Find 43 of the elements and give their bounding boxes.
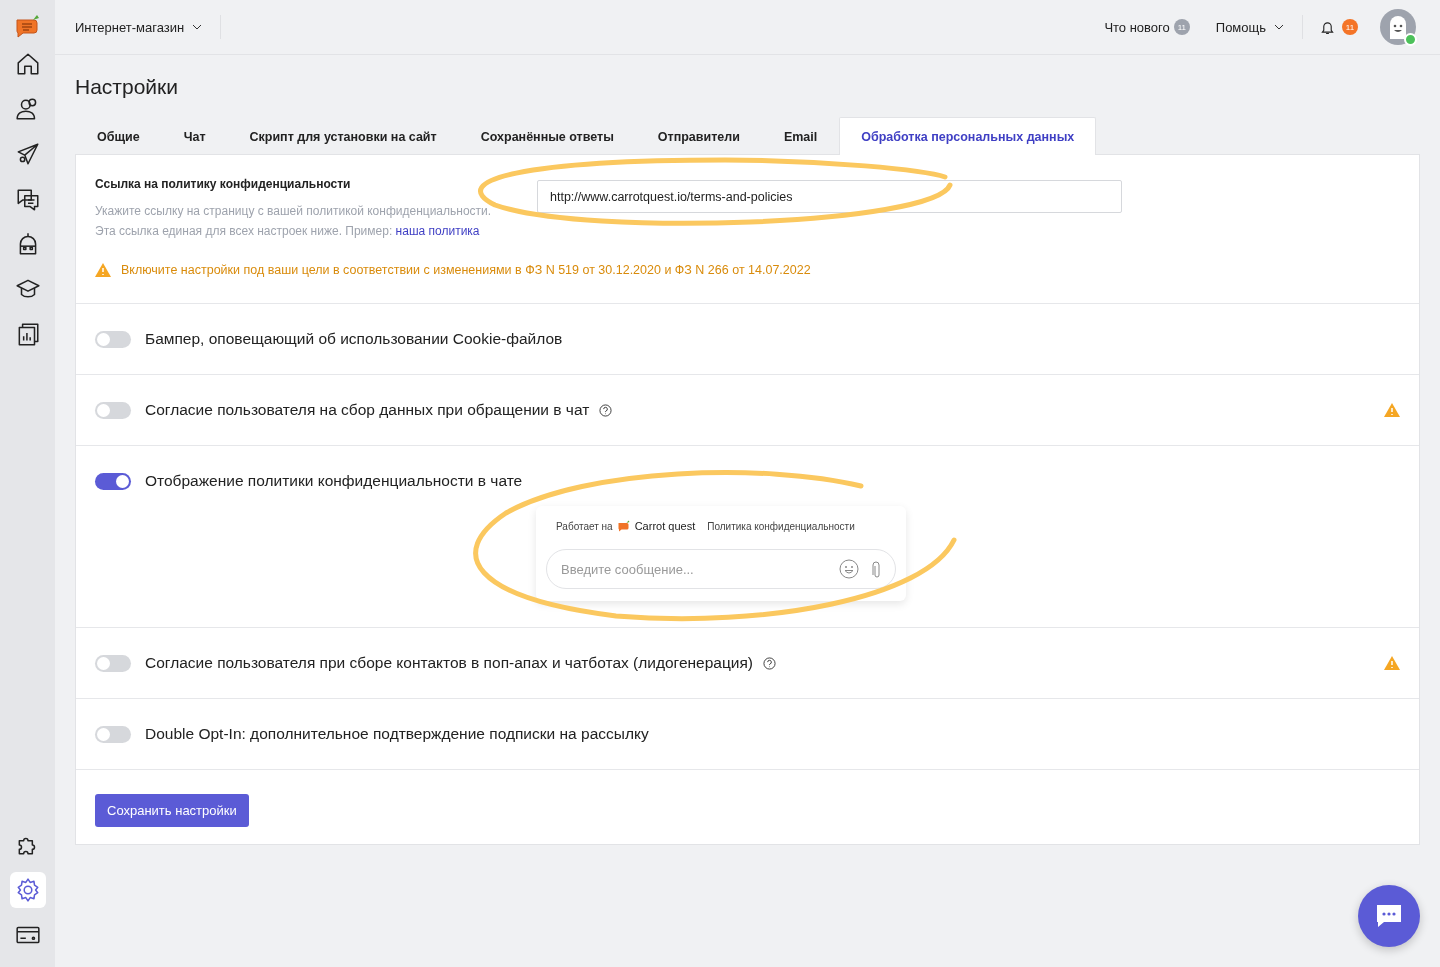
setting-label: Согласие пользователя при сборе контактов в поп-апах и чатботах (лидогенерация): [145, 654, 754, 672]
policy-description: Укажите ссылку на страницу с вашей политикой конфиденциальности. Эта ссылка единая для всех настроек ниже. Пример: наша политика: [95, 203, 493, 240]
help-icon[interactable]: [763, 656, 777, 670]
settings-tab[interactable]: Email: [761, 117, 840, 155]
chevron-down-icon: [1274, 24, 1284, 30]
help-dropdown[interactable]: Помощь: [1215, 19, 1284, 35]
setting-label: Согласие пользователя на сбор данных при обращении в чат: [145, 401, 590, 419]
settings-tab[interactable]: Сохранённые ответы: [458, 117, 636, 155]
whats-new-link[interactable]: Что нового: [1104, 19, 1170, 35]
settings-nav-icon[interactable]: [9, 872, 46, 908]
setting-label: Double Opt-In: дополнительное подтверждение подписки на рассылку: [145, 725, 649, 743]
whats-new-count: 11: [1173, 19, 1190, 35]
settings-tab[interactable]: Чат: [161, 117, 228, 155]
settings-tab[interactable]: Скрипт для установки на сайт: [227, 117, 459, 155]
settings-tab[interactable]: Общие: [75, 117, 162, 155]
chat-bubble-icon: [1374, 902, 1404, 930]
legal-warning-text: Включите настройки под ваши цели в соответствии с изменениями в ФЗ N 519 от 30.12.2020 и ФЗ N 266 от 14.07.2022: [121, 263, 811, 277]
carrot-logo-icon: [616, 519, 631, 533]
warning-icon: [95, 263, 111, 277]
policy-title: Ссылка на политику конфиденциальности: [95, 177, 352, 191]
toggle-switch[interactable]: [95, 401, 131, 419]
chevron-down-icon: [192, 24, 203, 30]
page-title: Настройки: [75, 75, 179, 99]
policy-url-field[interactable]: http://www.carrotquest.io/terms-and-policies: [537, 180, 1122, 213]
save-settings-button[interactable]: Сохранить настройки: [95, 794, 249, 827]
notification-count: 11: [1342, 19, 1358, 35]
settings-tab[interactable]: Обработка персональных данных: [839, 117, 1097, 155]
project-dropdown[interactable]: Интернет-магазин: [75, 19, 203, 35]
setting-label: Бампер, оповещающий об использовании Cookie-файлов: [145, 330, 563, 348]
bell-icon[interactable]: [1321, 19, 1334, 35]
setting-label: Отображение политики конфиденциальности в чате: [145, 472, 523, 490]
help-icon[interactable]: [599, 403, 613, 417]
privacy-policy-link[interactable]: Политика конфиденциальности: [707, 520, 855, 532]
powered-by-text: Работает на: [556, 520, 613, 532]
emoji-icon[interactable]: [839, 559, 859, 579]
settings-tab[interactable]: Отправители: [635, 117, 762, 155]
toggle-switch[interactable]: [95, 472, 131, 490]
toggle-switch[interactable]: [95, 654, 131, 672]
brand-name: Carrot quest: [634, 520, 696, 532]
toggle-switch[interactable]: [95, 725, 131, 743]
toggle-switch[interactable]: [95, 330, 131, 348]
chat-launcher-button[interactable]: [1358, 885, 1420, 947]
example-policy-link[interactable]: наша политика: [395, 224, 480, 238]
